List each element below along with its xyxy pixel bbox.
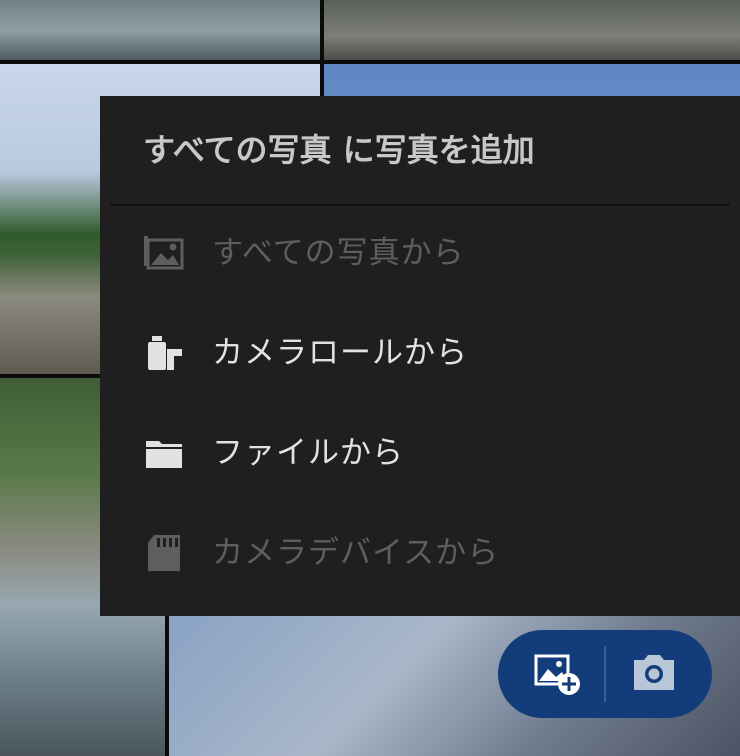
camera-roll-icon <box>144 333 184 373</box>
sd-card-icon <box>144 533 184 573</box>
photo-action-pill <box>498 630 712 718</box>
add-photos-menu: すべての写真 に写真を追加 すべての写真から カメラロールから ファイルから カ… <box>100 96 740 616</box>
menu-item-label: すべての写真から <box>212 235 465 271</box>
photo-thumbnail[interactable] <box>0 0 320 60</box>
menu-item-from-all-photos[interactable]: すべての写真から <box>100 203 740 303</box>
menu-item-label: カメラロールから <box>212 335 468 371</box>
menu-item-label: カメラデバイスから <box>212 535 500 571</box>
photo-icon <box>144 233 184 273</box>
menu-item-from-camera-device[interactable]: カメラデバイスから <box>100 503 740 603</box>
folder-icon <box>144 433 184 473</box>
camera-button[interactable] <box>628 650 680 698</box>
divider <box>604 646 606 702</box>
menu-item-from-camera-roll[interactable]: カメラロールから <box>100 303 740 403</box>
menu-item-from-files[interactable]: ファイルから <box>100 403 740 503</box>
menu-item-label: ファイルから <box>212 435 404 471</box>
add-photo-icon <box>532 654 584 702</box>
add-photo-button[interactable] <box>532 650 584 698</box>
photo-thumbnail[interactable] <box>324 0 740 60</box>
menu-title: すべての写真 に写真を追加 <box>143 131 535 169</box>
camera-icon <box>628 655 680 702</box>
